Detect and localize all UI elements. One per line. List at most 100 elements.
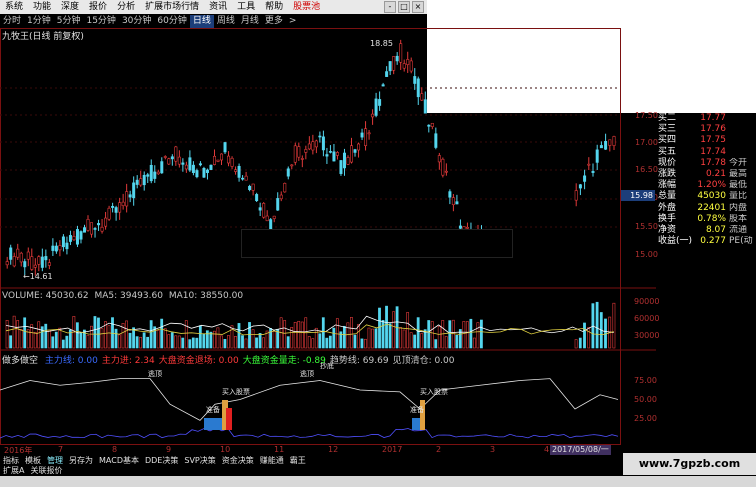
menu-item-0[interactable]: 系统: [0, 0, 28, 14]
period-tab-4[interactable]: 30分钟: [119, 15, 154, 28]
volume-bar: [51, 336, 55, 349]
volume-bar: [97, 317, 100, 349]
period-tab-7[interactable]: 周线: [214, 15, 238, 28]
candle-body: [230, 157, 234, 167]
volume-bar: [216, 327, 220, 349]
candle-body: [283, 182, 287, 193]
volume-bar: [5, 319, 9, 349]
period-tab-0[interactable]: 分时: [0, 15, 24, 28]
candle-body: [406, 59, 410, 65]
candle-body: [423, 99, 427, 114]
indicator-tab-9[interactable]: 霸王: [287, 455, 309, 466]
indicator-tab-7[interactable]: 资金决策: [219, 455, 257, 466]
volume-bar: [578, 337, 582, 349]
quote-label: 现价: [658, 157, 677, 168]
indicator-tab-4[interactable]: MACD基本: [96, 455, 142, 466]
menu-item-6[interactable]: 资讯: [204, 0, 232, 14]
indicator-tick-label: 75.00: [634, 376, 657, 385]
menu-item-stock-pool[interactable]: 股票池: [288, 0, 325, 14]
close-button[interactable]: ×: [412, 1, 424, 13]
period-tab-5[interactable]: 60分钟: [154, 15, 189, 28]
volume-bar: [367, 327, 371, 349]
candle-body: [37, 256, 41, 265]
menu-item-2[interactable]: 深度: [56, 0, 84, 14]
candle-body: [184, 164, 188, 170]
quote-value: 8.07: [705, 224, 726, 235]
volume-bar: [385, 305, 388, 349]
extension-tab-0[interactable]: 扩展A: [0, 465, 27, 476]
volume-bar: [402, 329, 406, 349]
volume-bar: [297, 320, 301, 349]
volume-tick-label: 90000: [634, 297, 660, 306]
indicator-legend: 做多做空 主力线: 0.00 主力进: 2.34 大盘资金退场: 0.00 大盘资金量…: [2, 353, 455, 366]
menu-item-4[interactable]: 分析: [112, 0, 140, 14]
period-tab-6[interactable]: 日线: [189, 15, 214, 28]
window-controls: - □ ×: [382, 1, 427, 13]
volume-bar: [79, 332, 83, 349]
indicator-tab-8[interactable]: 赚能通: [257, 455, 287, 466]
maximize-button[interactable]: □: [398, 1, 410, 13]
volume-bar: [170, 332, 174, 349]
volume-bar: [198, 325, 202, 349]
candle-body: [430, 122, 434, 127]
volume-bar: [300, 321, 304, 349]
volume-bar: [44, 323, 48, 349]
ma5-value: 39493.60: [120, 291, 163, 301]
volume-bar: [65, 335, 69, 349]
candle-body: [262, 203, 266, 218]
extension-tab-1[interactable]: 关联报价: [27, 465, 65, 476]
status-bar: [0, 476, 756, 487]
candle-body: [86, 219, 90, 231]
volume-bar: [434, 339, 438, 349]
quote-label: 收益(一): [658, 236, 693, 247]
indicator-axis: 75.00 50.00 25.00: [622, 352, 657, 442]
candle-body: [241, 177, 245, 180]
menu-item-7[interactable]: 工具: [232, 0, 260, 14]
quote-value: 0.21: [705, 168, 726, 179]
candle-body: [5, 261, 9, 266]
volume-bar: [12, 315, 16, 349]
period-tab-8[interactable]: 月线: [238, 15, 262, 28]
minimize-button[interactable]: -: [384, 1, 396, 13]
volume-bar: [357, 324, 360, 349]
candle-body: [26, 251, 30, 260]
candle-body: [54, 245, 58, 252]
menu-item-3[interactable]: 报价: [84, 0, 112, 14]
volume-bar: [100, 328, 104, 349]
quote-label: 涨幅: [658, 180, 677, 191]
volume-bar: [255, 337, 258, 349]
period-bar: 分时 1分钟 5分钟 15分钟 30分钟 60分钟 日线 周线 月线 更多 >: [0, 15, 427, 28]
candle-body: [146, 174, 150, 177]
period-tab-1[interactable]: 1分钟: [24, 15, 54, 28]
quote-value: 17.78: [700, 157, 726, 168]
quote-row: 涨幅 1.20% 最低: [656, 180, 756, 191]
quote-row: 涨跌 0.21 最高: [656, 169, 756, 180]
quote-label: 买三: [658, 124, 677, 135]
volume-bar: [262, 337, 265, 349]
candle-body: [599, 145, 603, 149]
period-tab-3[interactable]: 15分钟: [83, 15, 118, 28]
low-price-label: ←14.61: [23, 272, 53, 281]
current-price-marker: 15.98: [621, 190, 655, 201]
candle-body: [604, 141, 608, 150]
indicator-tab-3[interactable]: 另存为: [66, 455, 96, 466]
quote-aux-label: 最高: [729, 168, 748, 179]
volume-bar: [587, 327, 591, 349]
price-tick-label: 17.50: [635, 111, 658, 120]
period-tab-9[interactable]: 更多: [262, 15, 286, 28]
more-arrow-icon[interactable]: >: [286, 15, 300, 28]
indicator-tab-6[interactable]: SVP决策: [181, 455, 218, 466]
period-tab-2[interactable]: 5分钟: [54, 15, 84, 28]
quote-value: 0.78%: [697, 213, 726, 224]
indicator-tab-5[interactable]: DDE决策: [142, 455, 181, 466]
volume-bar: [160, 318, 164, 349]
menu-item-8[interactable]: 帮助: [260, 0, 288, 14]
indicator-annotation: 买入股票: [420, 388, 448, 396]
date-tick-label: 2: [436, 445, 442, 454]
menu-item-5[interactable]: 扩展市场行情: [140, 0, 204, 14]
volume-bar: [374, 328, 378, 349]
volume-bar: [128, 332, 132, 349]
candle-body: [181, 162, 185, 165]
candle-body: [269, 219, 273, 230]
menu-item-1[interactable]: 功能: [28, 0, 56, 14]
